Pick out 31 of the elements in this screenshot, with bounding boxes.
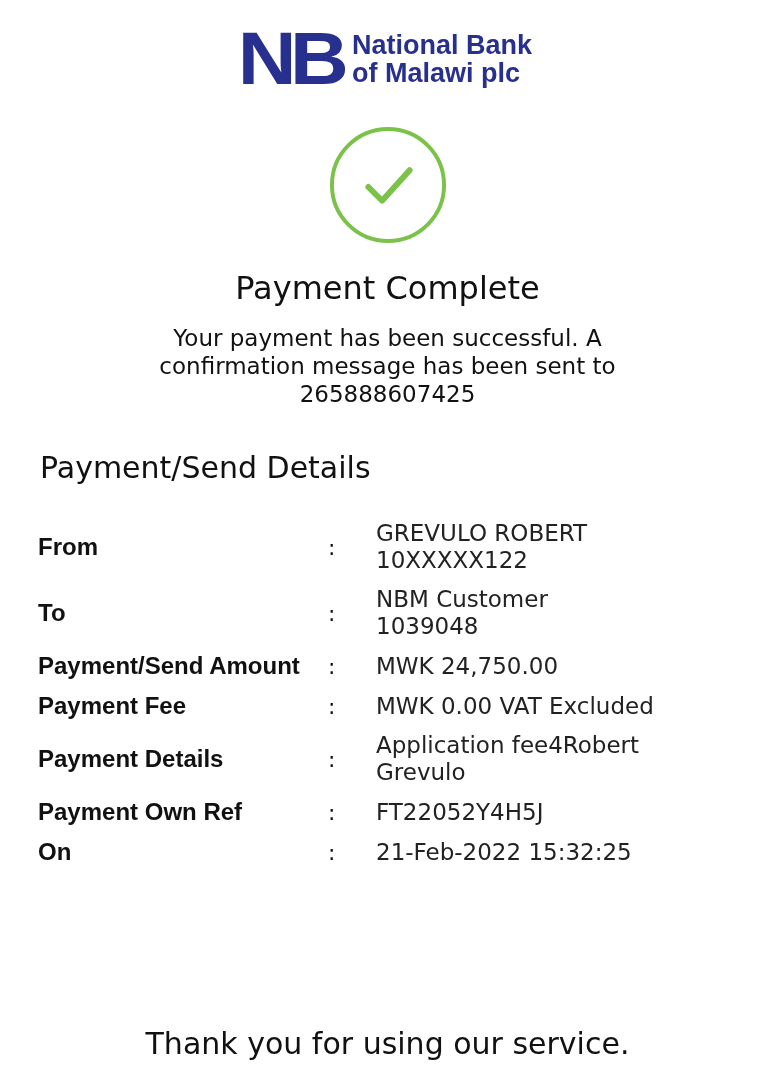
- field-value: MWK 24,750.00: [376, 652, 560, 680]
- bank-name: National Bank: [351, 31, 532, 59]
- field-value: 10XXXXX122: [376, 547, 529, 574]
- separator: :: [328, 799, 337, 825]
- field-value: Grevulo: [376, 759, 467, 786]
- field-label: From: [38, 533, 99, 561]
- section-heading: Payment/Send Details: [40, 449, 372, 487]
- logo-mark: NB: [237, 26, 344, 92]
- separator: :: [328, 839, 337, 865]
- field-label: Payment Details: [38, 745, 225, 773]
- field-value: NBM Customer: [376, 586, 549, 613]
- status-title: Payment Complete: [234, 268, 541, 308]
- footer-text: Thank you for using our service.: [144, 1025, 631, 1063]
- separator: :: [328, 534, 337, 560]
- field-label: Payment Fee: [38, 692, 188, 720]
- field-value: MWK 0.00 VAT Excluded: [376, 692, 655, 720]
- separator: :: [328, 693, 337, 719]
- field-label: Payment/Send Amount: [38, 652, 301, 680]
- field-value: FT22052Y4H5J: [376, 798, 545, 826]
- bank-name: of Malawi plc: [351, 59, 521, 87]
- field-value: GREVULO ROBERT: [376, 520, 589, 547]
- separator: :: [328, 600, 337, 626]
- field-value: Application fee4Robert: [376, 732, 641, 759]
- field-label: Payment Own Ref: [38, 798, 244, 826]
- field-value: 21-Feb-2022 15:32:25: [376, 838, 633, 866]
- field-label: To: [38, 599, 67, 627]
- field-label: On: [38, 838, 73, 866]
- separator: :: [328, 653, 337, 679]
- status-message: Your payment has been successful. A confirmation message has been sent to 265888607425: [158, 324, 617, 408]
- field-value: 1039048: [376, 613, 480, 640]
- separator: :: [328, 746, 337, 772]
